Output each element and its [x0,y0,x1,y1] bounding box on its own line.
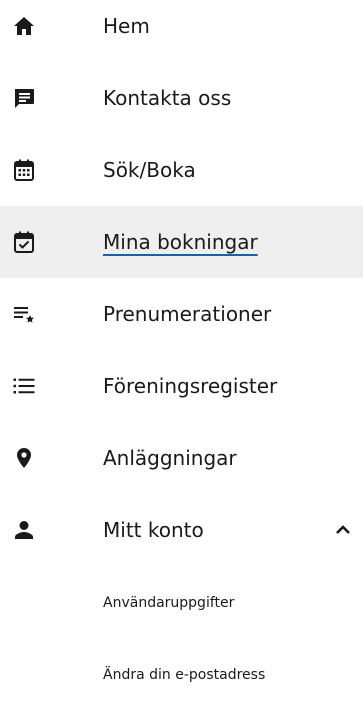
submenu-item-anvandaruppgifter[interactable]: Användaruppgifter [0,567,363,639]
submenu-item-andra-e-postadress[interactable]: Ändra din e-postadress [0,639,363,711]
menu-item-kontakta-oss[interactable]: Kontakta oss [0,62,363,134]
menu-item-label: Föreningsregister [103,374,278,398]
list-star-icon [12,302,36,326]
home-icon [12,14,36,38]
menu-item-anlaggningar[interactable]: Anläggningar [0,422,363,494]
person-icon [12,518,36,542]
menu-item-mina-bokningar[interactable]: Mina bokningar [0,206,363,278]
menu-item-label: Mitt konto [103,518,204,542]
menu-item-mitt-konto[interactable]: Mitt konto [0,494,363,566]
menu-item-label: Anläggningar [103,446,237,470]
menu-item-label: Hem [103,14,150,38]
side-menu: Hem Kontakta oss Sök/Boka Mina bokningar… [0,0,363,687]
calendar-check-icon [12,230,36,254]
menu-item-sok-boka[interactable]: Sök/Boka [0,134,363,206]
menu-item-label: Kontakta oss [103,86,232,110]
location-pin-icon [12,446,36,470]
chat-icon [12,86,36,110]
menu-item-label: Prenumerationer [103,302,272,326]
list-bullet-icon [12,374,36,398]
menu-item-prenumerationer[interactable]: Prenumerationer [0,278,363,350]
menu-item-foreningsregister[interactable]: Föreningsregister [0,350,363,422]
calendar-grid-icon [12,158,36,182]
menu-item-label: Sök/Boka [103,158,196,182]
menu-item-label: Mina bokningar [103,230,258,254]
chevron-up-icon[interactable] [333,520,353,540]
submenu-item-label: Användaruppgifter [103,595,235,611]
submenu-item-label: Ändra din e-postadress [103,667,266,683]
menu-item-hem[interactable]: Hem [0,0,363,62]
